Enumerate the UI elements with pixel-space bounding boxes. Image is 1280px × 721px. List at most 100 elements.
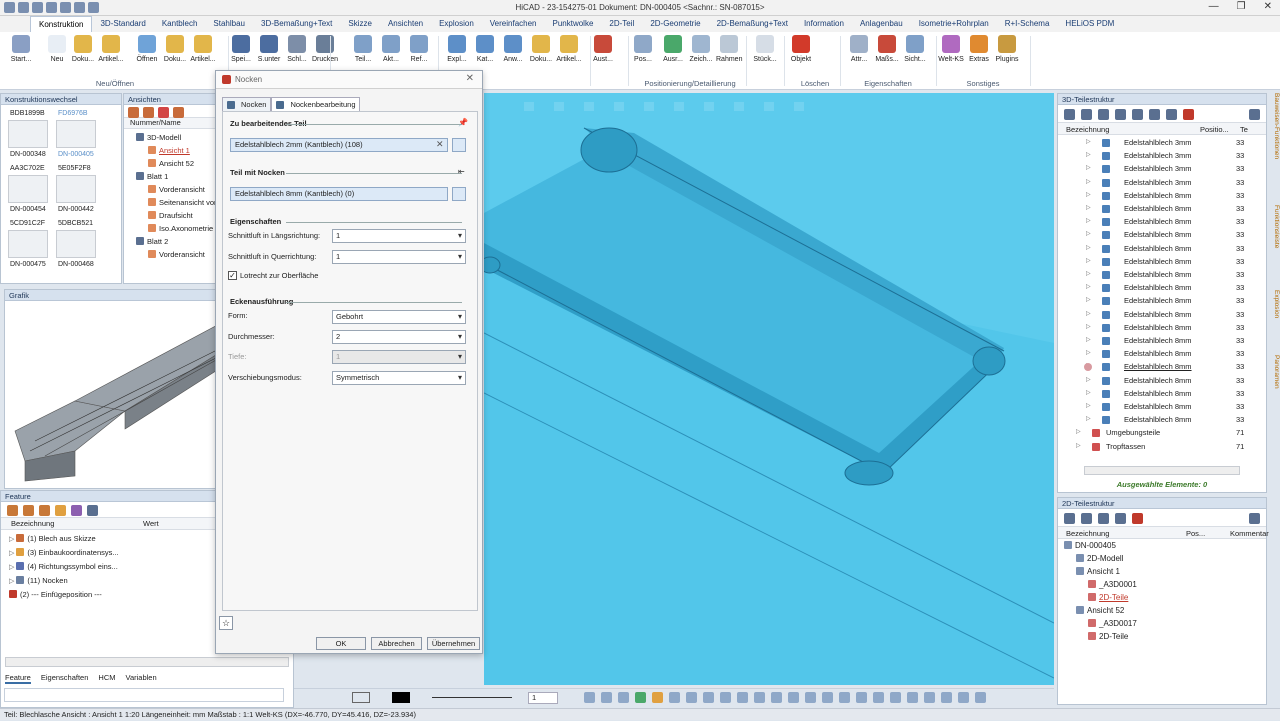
ok-button[interactable]: OK bbox=[316, 637, 366, 650]
feature-tool-icon[interactable] bbox=[39, 505, 50, 516]
view-tool-icon[interactable] bbox=[907, 692, 918, 703]
ribbon-button-8[interactable]: S.unter bbox=[256, 35, 282, 63]
tree3d-row[interactable]: ▷Edelstahlblech 8mm33 bbox=[1058, 202, 1252, 215]
tree-tool-icon[interactable] bbox=[1132, 109, 1143, 120]
view-tool-icon[interactable] bbox=[788, 692, 799, 703]
tree3d-row[interactable]: ▷Edelstahlblech 8mm33 bbox=[1058, 281, 1252, 294]
lotrecht-checkbox-row[interactable]: ✓ Lotrecht zur Oberfläche bbox=[228, 271, 318, 280]
color-swatch[interactable] bbox=[392, 692, 410, 703]
tree-tool-icon[interactable] bbox=[1166, 109, 1177, 120]
ribbon-button-11[interactable]: Teil... bbox=[350, 35, 376, 63]
side-tab-2[interactable]: Explosion bbox=[1268, 290, 1280, 318]
tree3d-row[interactable]: ▷Edelstahlblech 8mm33 bbox=[1058, 400, 1252, 413]
expand-icon[interactable]: ▷ bbox=[1086, 228, 1091, 241]
line-width-select[interactable]: 1 bbox=[528, 692, 558, 704]
tab-3[interactable]: Stahlbau bbox=[205, 16, 253, 32]
ansicht-row[interactable]: 3D-Modell bbox=[136, 131, 181, 144]
tab-2[interactable]: Kantblech bbox=[154, 16, 206, 32]
tree3d-row[interactable]: ▷ Edelstahlblech 3mm 33 bbox=[1058, 176, 1252, 189]
nocken-field[interactable]: Edelstahlblech 8mm (Kantblech) (0) bbox=[230, 187, 448, 201]
gear-icon[interactable] bbox=[1249, 513, 1260, 524]
expand-icon[interactable]: ▷ bbox=[1086, 413, 1091, 426]
tab-11[interactable]: 2D-Geometrie bbox=[642, 16, 708, 32]
side-tab-0[interactable]: Bauweisen-Funktionen bbox=[1268, 93, 1280, 159]
view-tool-icon[interactable] bbox=[703, 692, 714, 703]
close-icon[interactable]: ✕ bbox=[466, 73, 474, 84]
ribbon-button-0[interactable]: Start... bbox=[8, 35, 34, 63]
ribbon-button-27[interactable]: Maßs... bbox=[874, 35, 900, 63]
tab-12[interactable]: 2D-Bemaßung+Text bbox=[709, 16, 796, 32]
tab-14[interactable]: Anlagenbau bbox=[852, 16, 911, 32]
ribbon-button-20[interactable]: Pos... bbox=[630, 35, 656, 63]
tab-17[interactable]: HELiOS PDM bbox=[1057, 16, 1122, 32]
expand-icon[interactable]: ▷ bbox=[1086, 347, 1091, 360]
pick-part-icon[interactable] bbox=[452, 138, 466, 152]
feature-tab-2[interactable]: HCM bbox=[98, 673, 115, 684]
konstruktion-thumbnail[interactable] bbox=[56, 230, 96, 258]
line-style[interactable] bbox=[432, 697, 512, 698]
ansicht-row[interactable]: Vorderansicht bbox=[148, 248, 205, 261]
feature-tab-0[interactable]: Feature bbox=[5, 673, 31, 684]
expand-icon[interactable]: ▷ bbox=[1086, 294, 1091, 307]
tree3d-row[interactable]: ▷Edelstahlblech 8mm33 bbox=[1058, 308, 1252, 321]
expand-icon[interactable]: ▷ bbox=[1086, 387, 1091, 400]
ribbon-button-2[interactable]: Doku... bbox=[70, 35, 96, 63]
clear-icon[interactable]: ✕ bbox=[436, 139, 444, 150]
ribbon-button-3[interactable]: Artikel... bbox=[98, 35, 124, 63]
tab-0[interactable]: Konstruktion bbox=[30, 16, 93, 32]
expand-icon[interactable]: ▷ bbox=[1086, 242, 1091, 255]
tab-4[interactable]: 3D-Bemaßung+Text bbox=[253, 16, 340, 32]
side-tab-1[interactable]: Funktionsleiste bbox=[1268, 205, 1280, 248]
tree3d-row[interactable]: ▷ Edelstahlblech 3mm 33 bbox=[1058, 136, 1252, 149]
search-icon[interactable] bbox=[1064, 109, 1075, 120]
expand-icon[interactable]: ▷ bbox=[9, 564, 16, 571]
view-tool-icon[interactable] bbox=[856, 692, 867, 703]
feature-tool-icon[interactable] bbox=[71, 505, 82, 516]
close-icon[interactable]: ✕ bbox=[1264, 1, 1272, 12]
ansicht-row[interactable]: Ansicht 1 bbox=[148, 144, 190, 157]
view-tool-icon[interactable] bbox=[890, 692, 901, 703]
tree3d-row[interactable]: ▷Edelstahlblech 8mm33 bbox=[1058, 387, 1252, 400]
ribbon-button-6[interactable]: Artikel... bbox=[190, 35, 216, 63]
ribbon-button-23[interactable]: Rahmen bbox=[716, 35, 742, 63]
ribbon-button-5[interactable]: Doku... bbox=[162, 35, 188, 63]
tree-tool-icon[interactable] bbox=[1115, 109, 1126, 120]
view-tool-icon[interactable] bbox=[601, 692, 612, 703]
tree2d-row[interactable]: 2D-Teile bbox=[1088, 632, 1128, 641]
tree3d-row[interactable]: ▷Edelstahlblech 8mm33 bbox=[1058, 255, 1252, 268]
view-tool-icon[interactable] bbox=[618, 692, 629, 703]
ribbon-button-4[interactable]: Öffnen bbox=[134, 35, 160, 63]
view-tool-icon[interactable] bbox=[822, 692, 833, 703]
tree3d-row[interactable]: ▷Edelstahlblech 8mm33 bbox=[1058, 189, 1252, 202]
view-tool-icon[interactable] bbox=[652, 692, 663, 703]
feature-tool-icon[interactable] bbox=[7, 505, 18, 516]
tab-16[interactable]: R+I-Schema bbox=[997, 16, 1058, 32]
expand-icon[interactable]: ▷ bbox=[1086, 189, 1091, 202]
view-tool-icon[interactable] bbox=[635, 692, 646, 703]
ribbon-button-19[interactable]: Aust... bbox=[590, 35, 616, 63]
tree3d-row[interactable]: ▷Edelstahlblech 8mm33 bbox=[1058, 360, 1252, 373]
tree3d-row[interactable]: ▷ Edelstahlblech 3mm 33 bbox=[1058, 162, 1252, 175]
feature-row[interactable]: ▷ (1) Blech aus Skizze bbox=[9, 532, 96, 546]
tree2d-row[interactable]: _A3D0001 bbox=[1088, 580, 1137, 589]
tree2d-row[interactable]: _A3D0017 bbox=[1088, 619, 1137, 628]
abbrechen-button[interactable]: Abbrechen bbox=[371, 637, 422, 650]
feature-row[interactable]: ▷ (11) Nocken bbox=[9, 574, 68, 588]
view-tool-icon[interactable] bbox=[771, 692, 782, 703]
ribbon-button-13[interactable]: Ref... bbox=[406, 35, 432, 63]
ansicht-row[interactable]: Draufsicht bbox=[148, 209, 193, 222]
verschiebung-select[interactable]: Symmetrisch bbox=[332, 371, 466, 385]
tree3d-row[interactable]: ▷Edelstahlblech 8mm33 bbox=[1058, 347, 1252, 360]
expand-icon[interactable]: ▷ bbox=[1086, 202, 1091, 215]
expand-icon[interactable]: ▷ bbox=[1086, 321, 1091, 334]
schnittluft-quer-select[interactable]: 1 bbox=[332, 250, 466, 264]
expand-icon[interactable]: ▷ bbox=[1086, 255, 1091, 268]
ansicht-row[interactable]: Iso.Axonometrie bbox=[148, 222, 213, 235]
tree3d-row[interactable]: ▷Edelstahlblech 8mm33 bbox=[1058, 294, 1252, 307]
tree3d-row[interactable]: ▷ Umgebungsteile 71 bbox=[1058, 426, 1252, 439]
tree2d-row[interactable]: DN-000405 bbox=[1064, 541, 1116, 550]
tree3d-row[interactable]: ▷ Tropftassen 71 bbox=[1058, 440, 1252, 453]
feature-tab-1[interactable]: Eigenschaften bbox=[41, 673, 89, 684]
view-tool-icon[interactable] bbox=[158, 107, 169, 118]
ribbon-button-12[interactable]: Akt... bbox=[378, 35, 404, 63]
